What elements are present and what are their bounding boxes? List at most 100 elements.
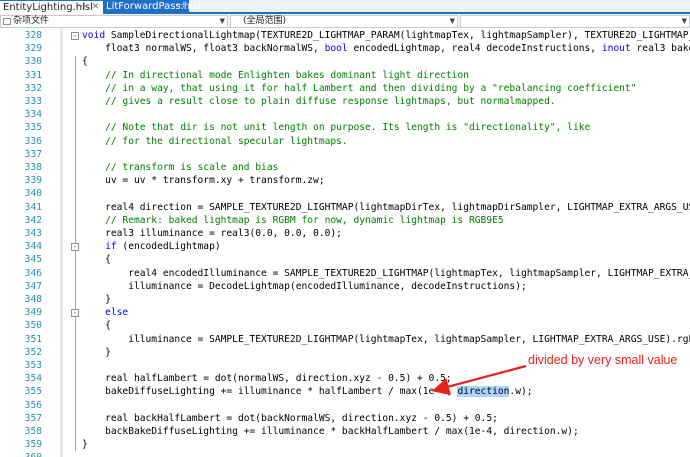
code-line[interactable]: 350 {: [0, 319, 690, 332]
line-number: 350: [24, 320, 42, 332]
code-line[interactable]: 330 {: [0, 55, 690, 68]
code-line[interactable]: 332 // in a way, that using it for half …: [0, 82, 690, 95]
code-line[interactable]: 331 // In directional mode Enlighten bak…: [0, 69, 690, 82]
scope-dropdown[interactable]: (全局范围) ▼: [230, 15, 458, 28]
code-token: real4 encodedIlluminance = SAMPLE_TEXTUR…: [82, 267, 690, 279]
line-number: 332: [24, 82, 42, 94]
scope-dropdown-value: (全局范围): [243, 16, 287, 26]
code-line[interactable]: 338 // transform is scale and bias: [0, 161, 690, 174]
chevron-down-icon: ▼: [449, 17, 455, 25]
comment-token: // for the directional specular lightmap…: [82, 135, 348, 147]
code-text: void SampleDirectionalLightmap(TEXTURE2D…: [82, 29, 690, 42]
line-number: 357: [24, 412, 42, 424]
code-line[interactable]: 328 - void SampleDirectionalLightmap(TEXTU…: [0, 29, 690, 42]
code-line[interactable]: 329 float3 normalWS, float3 backNormalWS…: [0, 42, 690, 55]
line-number: 346: [24, 267, 42, 279]
line-number: 354: [24, 373, 42, 385]
code-token: {: [82, 320, 111, 332]
code-line[interactable]: 343 real3 illuminance = real3(0.0, 0.0, …: [0, 227, 690, 240]
code-line[interactable]: 349 - else: [0, 306, 690, 319]
code-text: // Note that dir is not unit length on p…: [82, 121, 590, 134]
code-line[interactable]: 356: [0, 399, 690, 412]
code-token: real3 bakeDiffuseL: [636, 43, 690, 55]
line-number: 348: [24, 294, 42, 305]
code-text: else: [82, 306, 128, 319]
line-number: 338: [24, 162, 42, 173]
code-line[interactable]: 335 // Note that dir is not unit length …: [0, 121, 690, 134]
keyword-token: inout: [601, 43, 631, 55]
line-number: 351: [24, 333, 42, 345]
code-token: (encodedLightmap): [116, 241, 221, 253]
line-number: 355: [24, 386, 42, 398]
line-number: 343: [24, 228, 42, 239]
member-dropdown[interactable]: ▼: [460, 15, 690, 28]
line-number: 359: [24, 439, 42, 451]
code-line[interactable]: 336 // for the directional specular ligh…: [0, 135, 690, 148]
comment-token: // in a way, that using it for half Lamb…: [82, 82, 637, 94]
code-token: real halfLambert = dot(normalWS, directi…: [82, 373, 452, 385]
code-text: real4 encodedIlluminance = SAMPLE_TEXTUR…: [82, 267, 690, 280]
fold-minus-icon[interactable]: -: [71, 32, 79, 40]
code-line[interactable]: 348 }: [0, 293, 690, 306]
code-line[interactable]: 345 {: [0, 253, 690, 266]
code-token: bakeDiffuseLighting += illuminance * hal…: [82, 386, 458, 398]
line-number: 330: [24, 56, 42, 68]
annotation-arrow: [431, 364, 527, 396]
code-line[interactable]: 347 illuminance = DecodeLightmap(encoded…: [0, 280, 690, 293]
code-text: }: [82, 346, 111, 359]
tab-label: LitForwardPass.hlsl: [106, 1, 201, 12]
project-dropdown[interactable]: 杂项文件 ▼: [0, 15, 228, 28]
code-text: real4 direction = SAMPLE_TEXTURE2D_LIGHT…: [82, 201, 690, 214]
code-line[interactable]: 351 illuminance = SAMPLE_TEXTURE2D_LIGHT…: [0, 333, 690, 346]
code-text: real backHalfLambert = dot(backNormalWS,…: [82, 412, 498, 425]
fold-minus-icon[interactable]: -: [71, 309, 79, 318]
code-line[interactable]: 333 // gives a result close to plain dif…: [0, 95, 690, 108]
code-text: // for the directional specular lightmap…: [82, 135, 348, 148]
code-line[interactable]: 360: [0, 451, 690, 457]
code-text: {: [82, 55, 88, 68]
code-line[interactable]: 342 // Remark: baked lightmap is RGBM fo…: [0, 214, 690, 227]
comment-token: // Remark: baked lightmap is RGBM for no…: [82, 214, 504, 226]
code-line[interactable]: 341 real4 direction = SAMPLE_TEXTURE2D_L…: [0, 201, 690, 214]
line-number: 356: [24, 399, 42, 411]
line-number: 352: [24, 346, 42, 358]
code-token: }: [82, 346, 111, 358]
code-text: // transform is scale and bias: [82, 161, 278, 174]
code-token: real4 direction = SAMPLE_TEXTURE2D_LIGHT…: [82, 201, 690, 213]
code-editor[interactable]: 328- void SampleDirectionalLightmap(TEXTU…: [0, 28, 690, 457]
tab-litforwardpass[interactable]: LitForwardPass.hlsl ⊣: [103, 0, 201, 14]
line-number: 344: [24, 241, 42, 253]
code-text: // gives a result close to plain diffuse…: [82, 95, 556, 108]
pin-icon[interactable]: ⊣: [175, 0, 186, 13]
pin-icon[interactable]: ⊣: [76, 1, 87, 14]
code-line[interactable]: 344 - if (encodedLightmap): [0, 240, 690, 253]
code-line[interactable]: 359}: [0, 438, 690, 451]
code-token: encodedLightmap, real4 decodeInstruction…: [347, 43, 602, 55]
close-icon[interactable]: ✕: [90, 1, 101, 14]
code-line[interactable]: 358 backBakeDiffuseLighting += illuminan…: [0, 425, 690, 438]
code-text: backBakeDiffuseLighting += illuminance *…: [82, 425, 579, 438]
code-line[interactable]: 334: [0, 108, 690, 121]
code-text: illuminance = DecodeLightmap(encodedIllu…: [82, 280, 527, 293]
code-line[interactable]: 357 real backHalfLambert = dot(backNorma…: [0, 412, 690, 425]
line-number: 349: [24, 307, 42, 319]
line-number: 353: [24, 360, 42, 371]
line-number: 360: [0, 451, 42, 457]
code-text: {: [82, 253, 111, 266]
code-line[interactable]: 339 uv = uv * transform.xy + transform.z…: [0, 174, 690, 187]
tab-entitylighting[interactable]: EntityLighting.hlsl ⊣ ✕: [0, 0, 103, 14]
code-line[interactable]: 355 bakeDiffuseLighting += illuminance *…: [0, 385, 690, 398]
code-line[interactable]: 337: [0, 148, 690, 161]
code-token: float3 normalWS, float3 backNormalWS,: [82, 43, 325, 55]
code-text: real3 illuminance = real3(0.0, 0.0, 0.0)…: [82, 227, 342, 240]
line-number: 358: [24, 426, 42, 437]
code-line[interactable]: 346 real4 encodedIlluminance = SAMPLE_TE…: [0, 267, 690, 280]
fold-minus-icon[interactable]: -: [71, 243, 79, 252]
code-text: {: [82, 319, 111, 332]
code-token: }: [82, 294, 111, 305]
line-number: 337: [24, 148, 42, 160]
code-text: if (encodedLightmap): [82, 240, 221, 253]
line-number: 340: [24, 188, 42, 200]
code-line[interactable]: 354 real halfLambert = dot(normalWS, dir…: [0, 372, 690, 385]
code-line[interactable]: 340: [0, 187, 690, 200]
